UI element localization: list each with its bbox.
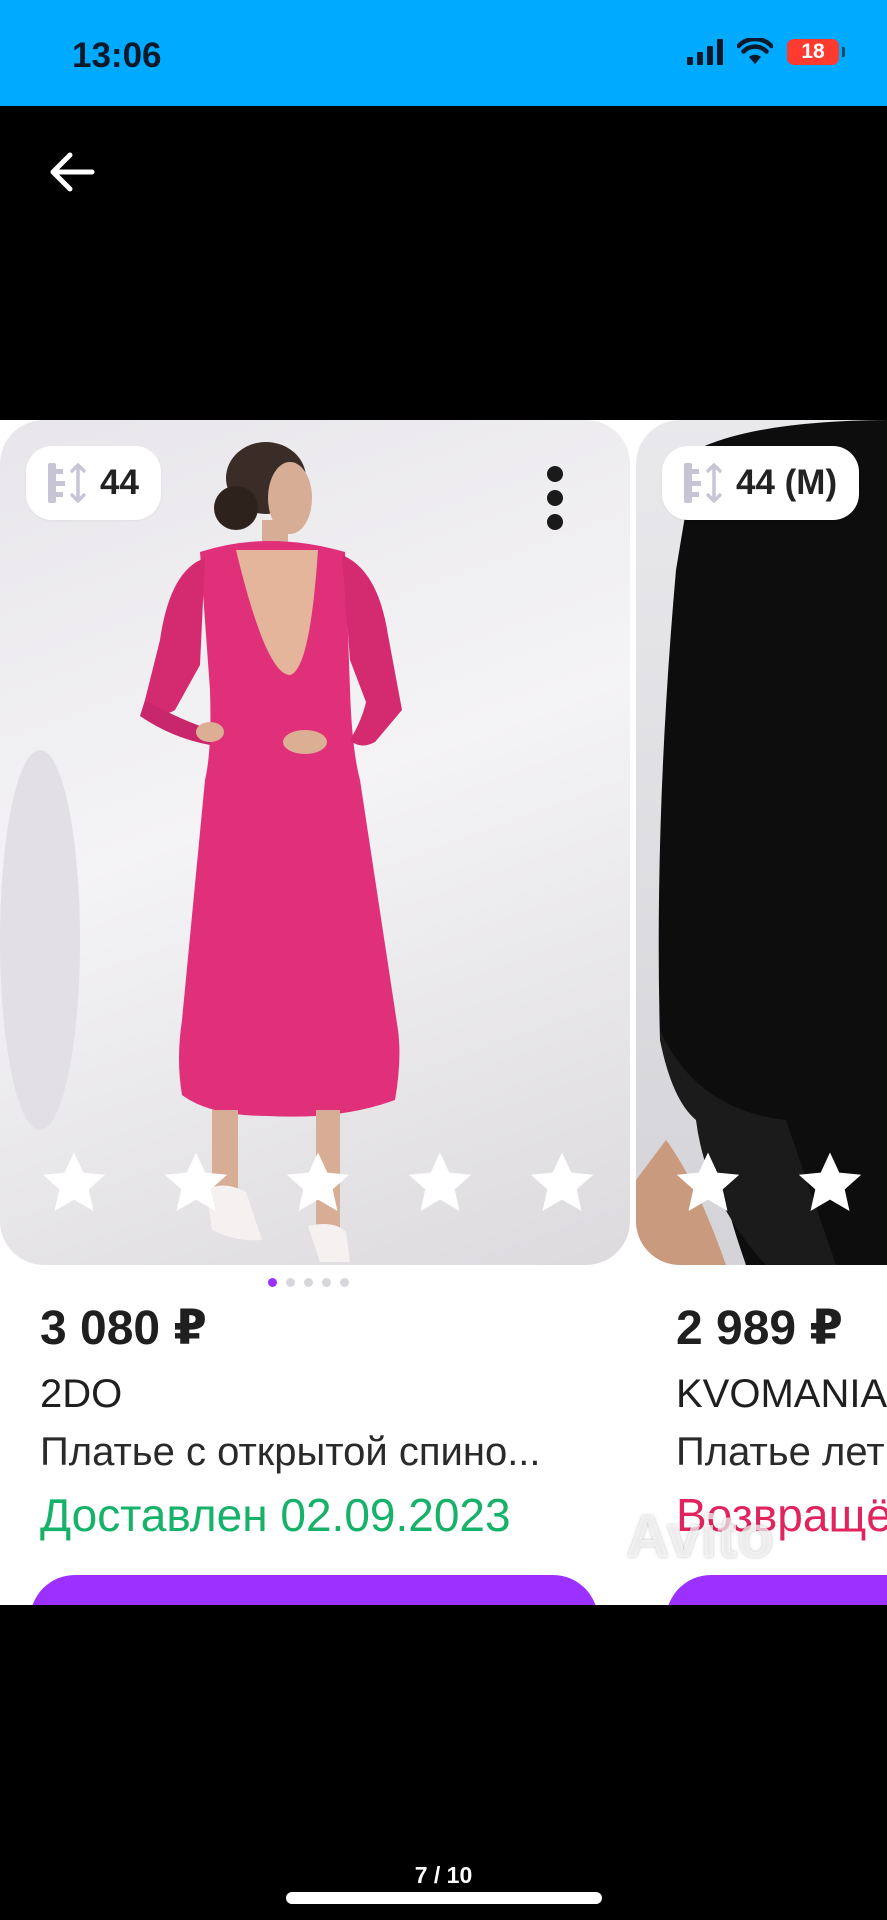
size-badge: 44 [26,446,161,520]
order-status: Доставлен 02.09.2023 [40,1489,511,1541]
rating-stars[interactable] [672,1148,866,1220]
star-icon[interactable] [526,1148,598,1220]
pagination-dot [340,1278,349,1287]
battery-icon: 18 [787,39,845,65]
pagination-dot [322,1278,331,1287]
product-title[interactable]: Платье с открытой спино... [40,1430,541,1475]
arrow-left-icon[interactable] [44,144,100,200]
black-garment-photo [636,420,887,1265]
star-icon[interactable] [160,1148,232,1220]
product-action-button[interactable] [666,1575,887,1605]
image-counter: 7 / 10 [414,1862,473,1888]
size-icon [684,463,722,503]
product-price: 3 080 ₽ [40,1302,207,1355]
product-action-button[interactable] [30,1575,598,1605]
more-options-icon[interactable] [540,460,570,540]
product-price: 2 989 ₽ [676,1302,843,1355]
photo-pagination [268,1278,349,1287]
size-badge: 44 (M) [662,446,860,520]
product-card[interactable]: 44 (M) 2 989 ₽ KVOMANIA Платье лет Возвр… [636,420,887,1605]
product-brand: 2DO [40,1372,123,1416]
star-icon[interactable] [794,1148,866,1220]
star-icon[interactable] [38,1148,110,1220]
star-icon[interactable] [404,1148,476,1220]
battery-level: 18 [801,40,825,63]
size-icon [48,463,86,503]
wifi-icon [737,38,773,64]
home-indicator[interactable] [286,1892,602,1904]
status-bar: 13:06 18 [0,0,887,106]
product-photo[interactable]: 44 [0,420,630,1265]
star-icon[interactable] [282,1148,354,1220]
rating-stars[interactable] [38,1148,598,1220]
star-icon[interactable] [672,1148,744,1220]
size-label: 44 (M) [736,463,838,502]
pagination-dot [304,1278,313,1287]
avito-watermark: Avito [626,1503,774,1570]
status-icons: 18 [687,38,845,66]
size-label: 44 [100,463,139,502]
product-photo[interactable]: 44 (M) [636,420,887,1265]
status-time: 13:06 [72,36,162,75]
pagination-dot [286,1278,295,1287]
product-title[interactable]: Платье лет [676,1430,885,1475]
screenshot-content: 44 3 080 ₽ 2DO Платье с открытой спино..… [0,420,887,1605]
signal-icon [687,39,723,65]
product-brand: KVOMANIA [676,1372,887,1416]
pagination-dot [268,1278,277,1287]
product-card[interactable]: 44 3 080 ₽ 2DO Платье с открытой спино..… [0,420,630,1605]
pink-dress-photo [0,442,402,1262]
